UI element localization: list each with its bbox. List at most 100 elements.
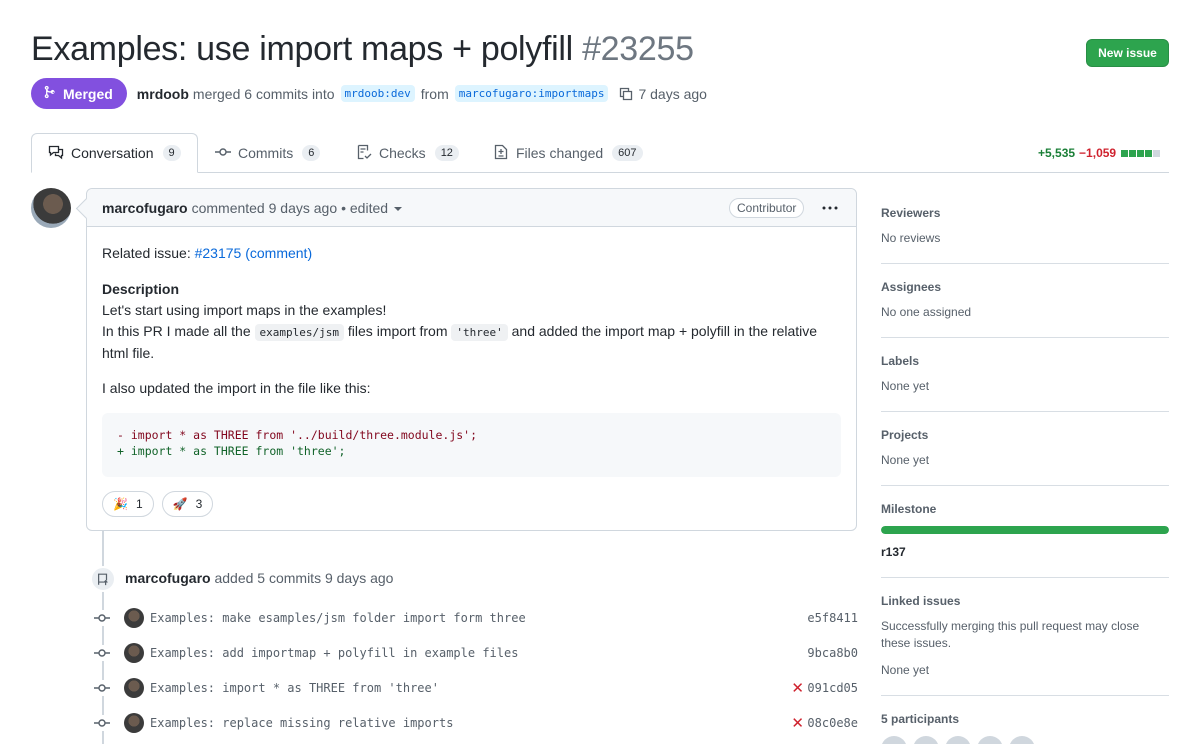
push-event-text: added 5 commits 9 days ago bbox=[214, 570, 394, 586]
commit-message[interactable]: Examples: make esamples/jsm folder impor… bbox=[150, 611, 526, 625]
diffstat-block bbox=[1137, 149, 1145, 157]
milestone-progress-bar bbox=[881, 526, 1169, 534]
pr-meta: Merged mrdoob merged 6 commits into mrdo… bbox=[31, 78, 707, 109]
milestone-name[interactable]: r137 bbox=[881, 544, 1169, 561]
sidebar-value: No reviews bbox=[881, 231, 941, 245]
tab-files-changed[interactable]: Files changed 607 bbox=[493, 133, 643, 173]
diffstat-additions: +5,535 bbox=[1038, 146, 1076, 160]
head-branch[interactable]: marcofugaro:importmaps bbox=[454, 85, 609, 102]
sidebar-value: None yet bbox=[881, 663, 930, 677]
sidebar-title[interactable]: Milestone bbox=[881, 502, 1169, 516]
pr-tabs: Conversation 9 Commits 6 Checks 12 Files… bbox=[0, 133, 1200, 173]
code-added-line: + import * as THREE from 'three'; bbox=[117, 444, 346, 458]
copy-icon[interactable] bbox=[618, 86, 634, 102]
tab-commits-count: 6 bbox=[302, 145, 321, 161]
avatar[interactable] bbox=[31, 188, 71, 228]
avatar[interactable] bbox=[124, 678, 144, 698]
avatar[interactable] bbox=[1009, 736, 1035, 744]
commit-sha[interactable]: e5f8411 bbox=[807, 611, 858, 625]
sidebar-assignees: Assignees No one assigned bbox=[881, 264, 1169, 338]
rocket-icon: 🚀 bbox=[172, 496, 188, 511]
diffstat-blocks bbox=[1121, 149, 1161, 157]
commit-sha[interactable]: 08c0e8e bbox=[807, 716, 858, 730]
tab-commits[interactable]: Commits 6 bbox=[215, 133, 321, 173]
sidebar-title[interactable]: Labels bbox=[881, 354, 1169, 368]
diffstat-block bbox=[1129, 149, 1137, 157]
sidebar-milestone: Milestone r137 bbox=[881, 486, 1169, 578]
related-issue: Related issue: #23175 (comment) bbox=[102, 243, 841, 264]
description-line: I also updated the import in the file li… bbox=[102, 380, 371, 396]
push-author[interactable]: marcofugaro bbox=[125, 570, 211, 586]
linked-description: Successfully merging this pull request m… bbox=[881, 619, 1140, 650]
merged-label: Merged bbox=[63, 85, 113, 102]
sidebar-reviewers: Reviewers No reviews bbox=[881, 188, 1169, 264]
avatar[interactable] bbox=[945, 736, 971, 744]
repo-push-icon bbox=[90, 566, 116, 592]
commit-sha[interactable]: 091cd05 bbox=[807, 681, 858, 695]
tab-commits-label: Commits bbox=[238, 145, 294, 161]
commit-icon bbox=[92, 680, 112, 696]
sidebar-value: None yet bbox=[881, 379, 930, 393]
sidebar-value: No one assigned bbox=[881, 305, 972, 319]
avatar[interactable] bbox=[124, 608, 144, 628]
avatar[interactable] bbox=[977, 736, 1003, 744]
merger-link[interactable]: mrdoob bbox=[137, 86, 189, 102]
failed-x-icon[interactable]: ✕ bbox=[791, 714, 804, 732]
comment-body: Related issue: #23175 (comment) Descript… bbox=[87, 227, 856, 533]
avatar[interactable] bbox=[124, 713, 144, 733]
inline-code: examples/jsm bbox=[254, 324, 345, 341]
diffstat-block bbox=[1153, 149, 1161, 157]
pr-title: Examples: use import maps + polyfill bbox=[31, 30, 573, 68]
tab-conversation[interactable]: Conversation 9 bbox=[31, 133, 198, 173]
commit-icon bbox=[92, 715, 112, 731]
base-branch[interactable]: mrdoob:dev bbox=[340, 85, 415, 102]
sidebar-labels: Labels None yet bbox=[881, 338, 1169, 412]
comment-time[interactable]: commented 9 days ago bbox=[192, 200, 338, 216]
related-issue-link[interactable]: #23175 (comment) bbox=[195, 245, 313, 261]
code-block: - import * as THREE from '../build/three… bbox=[102, 413, 841, 477]
participant-avatars bbox=[881, 736, 1169, 744]
diffstat-block bbox=[1121, 149, 1129, 157]
reaction-tada[interactable]: 🎉 1 bbox=[102, 491, 154, 517]
sidebar-linked-issues: Linked issues Successfully merging this … bbox=[881, 578, 1169, 696]
merge-icon bbox=[43, 85, 57, 102]
commit-message[interactable]: Examples: add importmap + polyfill in ex… bbox=[150, 646, 518, 660]
description-line: html file. bbox=[102, 345, 155, 361]
sidebar-title[interactable]: Assignees bbox=[881, 280, 1169, 294]
inline-code: 'three' bbox=[451, 324, 508, 341]
file-diff-icon bbox=[493, 144, 509, 163]
tab-conversation-label: Conversation bbox=[71, 145, 154, 161]
list-item: Examples: make esamples/jsm folder impor… bbox=[92, 607, 858, 629]
comment-author[interactable]: marcofugaro bbox=[102, 200, 188, 216]
kebab-icon[interactable] bbox=[821, 199, 839, 220]
failed-x-icon[interactable]: ✕ bbox=[791, 679, 804, 697]
merged-text: merged 6 commits into bbox=[192, 85, 335, 102]
tab-files-count: 607 bbox=[612, 145, 643, 161]
tada-icon: 🎉 bbox=[113, 496, 128, 511]
tab-conversation-count: 9 bbox=[162, 145, 181, 161]
tab-checks[interactable]: Checks 12 bbox=[356, 133, 459, 173]
avatar[interactable] bbox=[881, 736, 907, 744]
tab-checks-label: Checks bbox=[379, 145, 426, 161]
merged-time: 7 days ago bbox=[638, 85, 707, 102]
commit-icon bbox=[215, 144, 231, 163]
sidebar-title[interactable]: Projects bbox=[881, 428, 1169, 442]
edited-label[interactable]: • edited bbox=[341, 200, 388, 216]
reaction-rocket[interactable]: 🚀 3 bbox=[161, 491, 214, 517]
conversation-icon bbox=[48, 144, 64, 163]
tab-checks-count: 12 bbox=[434, 145, 459, 161]
commit-message[interactable]: Examples: import * as THREE from 'three' bbox=[150, 681, 439, 695]
chevron-down-icon[interactable] bbox=[394, 200, 403, 216]
merged-state-badge: Merged bbox=[31, 78, 127, 109]
sidebar-title: 5 participants bbox=[881, 712, 960, 726]
push-event: marcofugaro added 5 commits 9 days ago bbox=[125, 570, 393, 586]
commit-message[interactable]: Examples: replace missing relative impor… bbox=[150, 716, 453, 730]
sidebar-title[interactable]: Linked issues bbox=[881, 594, 1169, 608]
sidebar-title[interactable]: Reviewers bbox=[881, 206, 1169, 220]
new-issue-button[interactable]: New issue bbox=[1086, 39, 1169, 67]
reactions: 🎉 1 🚀 3 bbox=[102, 491, 841, 517]
avatar[interactable] bbox=[124, 643, 144, 663]
avatar[interactable] bbox=[913, 736, 939, 744]
list-item: Examples: add importmap + polyfill in ex… bbox=[92, 642, 858, 664]
commit-sha[interactable]: 9bca8b0 bbox=[807, 646, 858, 660]
